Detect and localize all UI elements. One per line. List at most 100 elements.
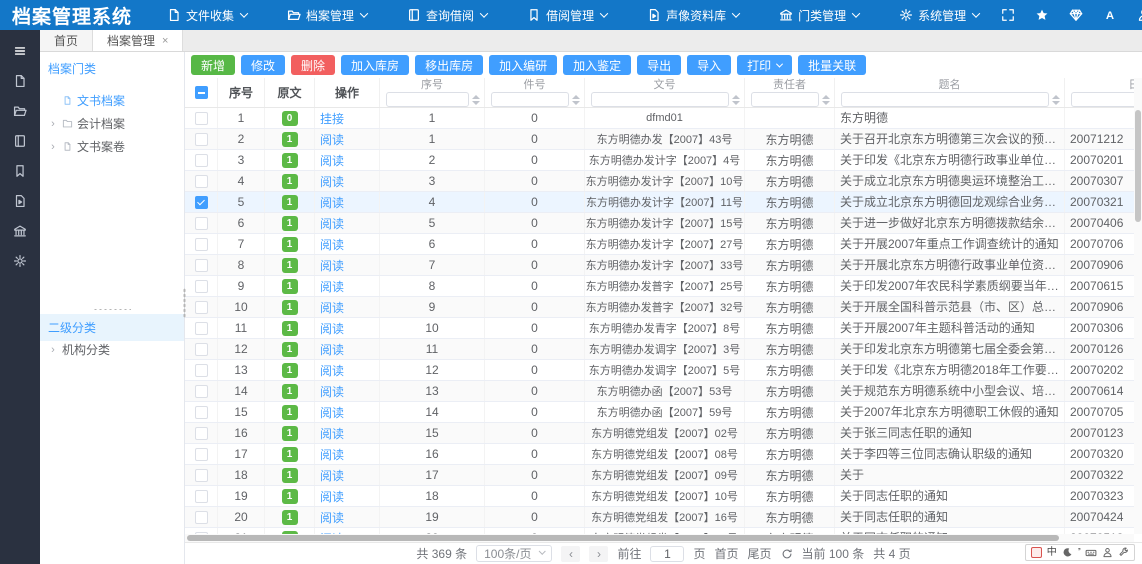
filter-input-件号[interactable]: [491, 92, 569, 107]
toolbar-button-修改[interactable]: 修改: [241, 55, 285, 75]
theme-icon[interactable]: [1067, 6, 1085, 24]
rail-query-icon[interactable]: [0, 126, 40, 156]
half-width-moon-icon[interactable]: [1062, 547, 1073, 558]
operation-link[interactable]: 阅读: [320, 509, 344, 526]
operation-link[interactable]: 阅读: [320, 383, 344, 400]
tree-item-会计档案[interactable]: ›会计档案: [40, 112, 184, 135]
sort-toggle[interactable]: [572, 95, 580, 105]
horizontal-scrollbar[interactable]: [185, 534, 1134, 542]
row-checkbox[interactable]: [195, 469, 208, 482]
table-row[interactable]: 61阅读50东方明德办发计字【2007】15号东方明德关于进一步做好北京东方明德…: [185, 213, 1134, 234]
toolbar-button-新增[interactable]: 新增: [191, 55, 235, 75]
rail-borrow-icon[interactable]: [0, 156, 40, 186]
rail-file-collect-icon[interactable]: [0, 66, 40, 96]
row-checkbox[interactable]: [195, 406, 208, 419]
rail-archive-icon[interactable]: [0, 96, 40, 126]
ime-language-toggle[interactable]: 中: [1047, 548, 1057, 558]
row-checkbox[interactable]: [195, 196, 208, 209]
collapse-menu-icon[interactable]: [0, 36, 40, 66]
tree-caret-icon[interactable]: ›: [48, 344, 58, 356]
toolbar-button-打印[interactable]: 打印: [737, 55, 792, 75]
close-icon[interactable]: ×: [162, 35, 168, 47]
font-size-icon[interactable]: A: [1101, 6, 1119, 24]
soft-keyboard-icon[interactable]: [1085, 547, 1097, 559]
operation-link[interactable]: 阅读: [320, 173, 344, 190]
operation-link[interactable]: 挂接: [320, 110, 344, 127]
tab-档案管理[interactable]: 档案管理×: [93, 30, 183, 51]
row-checkbox[interactable]: [195, 364, 208, 377]
fullscreen-icon[interactable]: [999, 6, 1017, 24]
prev-page-button[interactable]: ‹: [561, 546, 580, 562]
toolbar-button-加入编研[interactable]: 加入编研: [489, 55, 557, 75]
sort-toggle[interactable]: [732, 95, 740, 105]
ime-account-icon[interactable]: [1102, 547, 1113, 558]
operation-link[interactable]: 阅读: [320, 299, 344, 316]
ime-settings-icon[interactable]: [1118, 547, 1129, 558]
operation-link[interactable]: 阅读: [320, 362, 344, 379]
filter-input-文号[interactable]: [591, 92, 729, 107]
table-row[interactable]: 131阅读120东方明德办发调字【2007】5号东方明德关于印发《北京东方明德2…: [185, 360, 1134, 381]
row-checkbox[interactable]: [195, 427, 208, 440]
select-all-checkbox[interactable]: [195, 86, 208, 99]
ime-punctuation-toggle[interactable]: ’’: [1078, 548, 1080, 558]
row-checkbox[interactable]: [195, 511, 208, 524]
row-checkbox[interactable]: [195, 322, 208, 335]
row-checkbox[interactable]: [195, 217, 208, 230]
row-checkbox[interactable]: [195, 385, 208, 398]
sort-toggle[interactable]: [472, 95, 480, 105]
toolbar-button-批量关联[interactable]: 批量关联: [798, 55, 866, 75]
sort-toggle[interactable]: [1052, 95, 1060, 105]
toolbar-button-移出库房[interactable]: 移出库房: [415, 55, 483, 75]
row-checkbox[interactable]: [195, 112, 208, 125]
page-number-input[interactable]: [650, 546, 684, 562]
table-row[interactable]: 141阅读130东方明德办函【2007】53号东方明德关于规范东方明德系统中小型…: [185, 381, 1134, 402]
top-menu-item-系统管理[interactable]: 系统管理: [879, 0, 999, 30]
table-row[interactable]: 161阅读150东方明德党组发【2007】02号东方明德关于张三同志任职的通知2…: [185, 423, 1134, 444]
sort-toggle[interactable]: [822, 95, 830, 105]
row-checkbox[interactable]: [195, 280, 208, 293]
vertical-scrollbar-thumb[interactable]: [1135, 110, 1141, 222]
first-page-link[interactable]: 首页: [715, 545, 739, 562]
table-row[interactable]: 81阅读70东方明德办发计字【2007】33号东方明德关于开展北京东方明德行政事…: [185, 255, 1134, 276]
top-menu-item-门类管理[interactable]: 门类管理: [759, 0, 879, 30]
row-checkbox[interactable]: [195, 448, 208, 461]
row-checkbox[interactable]: [195, 259, 208, 272]
toolbar-button-加入鉴定[interactable]: 加入鉴定: [563, 55, 631, 75]
operation-link[interactable]: 阅读: [320, 257, 344, 274]
operation-link[interactable]: 阅读: [320, 278, 344, 295]
filter-input-日期[interactable]: [1071, 92, 1134, 107]
operation-link[interactable]: 阅读: [320, 467, 344, 484]
rail-category-icon[interactable]: [0, 216, 40, 246]
row-checkbox[interactable]: [195, 490, 208, 503]
row-checkbox[interactable]: [195, 343, 208, 356]
table-row[interactable]: 101阅读90东方明德办发普字【2007】32号东方明德关于开展全国科普示范县（…: [185, 297, 1134, 318]
filter-input-题名[interactable]: [841, 92, 1049, 107]
operation-link[interactable]: 阅读: [320, 404, 344, 421]
table-row[interactable]: 91阅读80东方明德办发普字【2007】25号东方明德关于印发2007年农民科学…: [185, 276, 1134, 297]
operation-link[interactable]: 阅读: [320, 215, 344, 232]
row-checkbox[interactable]: [195, 133, 208, 146]
toolbar-button-加入库房[interactable]: 加入库房: [341, 55, 409, 75]
operation-link[interactable]: 阅读: [320, 446, 344, 463]
vertical-scrollbar[interactable]: [1134, 78, 1142, 534]
operation-link[interactable]: 阅读: [320, 194, 344, 211]
table-row[interactable]: 121阅读110东方明德办发调字【2007】3号东方明德关于印发北京东方明德第七…: [185, 339, 1134, 360]
operation-link[interactable]: 阅读: [320, 236, 344, 253]
table-row[interactable]: 71阅读60东方明德办发计字【2007】27号东方明德关于开展2007年重点工作…: [185, 234, 1134, 255]
row-checkbox[interactable]: [195, 154, 208, 167]
operation-link[interactable]: 阅读: [320, 131, 344, 148]
table-row[interactable]: 51阅读40东方明德办发计字【2007】11号东方明德关于成立北京东方明德回龙观…: [185, 192, 1134, 213]
top-menu-item-档案管理[interactable]: 档案管理: [267, 0, 387, 30]
profile-icon[interactable]: [1135, 6, 1142, 24]
top-menu-item-声像资料库[interactable]: 声像资料库: [627, 0, 759, 30]
toolbar-button-导入[interactable]: 导入: [687, 55, 731, 75]
tree-item-文书档案[interactable]: 文书档案: [40, 89, 184, 112]
top-menu-item-查询借阅[interactable]: 查询借阅: [387, 0, 507, 30]
rail-system-icon[interactable]: [0, 246, 40, 276]
tree-caret-icon[interactable]: ›: [48, 118, 58, 130]
table-row[interactable]: 171阅读160东方明德党组发【2007】08号东方明德关于李四等三位同志确认职…: [185, 444, 1134, 465]
tab-首页[interactable]: 首页: [40, 30, 93, 51]
top-menu-item-借阅管理[interactable]: 借阅管理: [507, 0, 627, 30]
operation-link[interactable]: 阅读: [320, 152, 344, 169]
operation-link[interactable]: 阅读: [320, 488, 344, 505]
